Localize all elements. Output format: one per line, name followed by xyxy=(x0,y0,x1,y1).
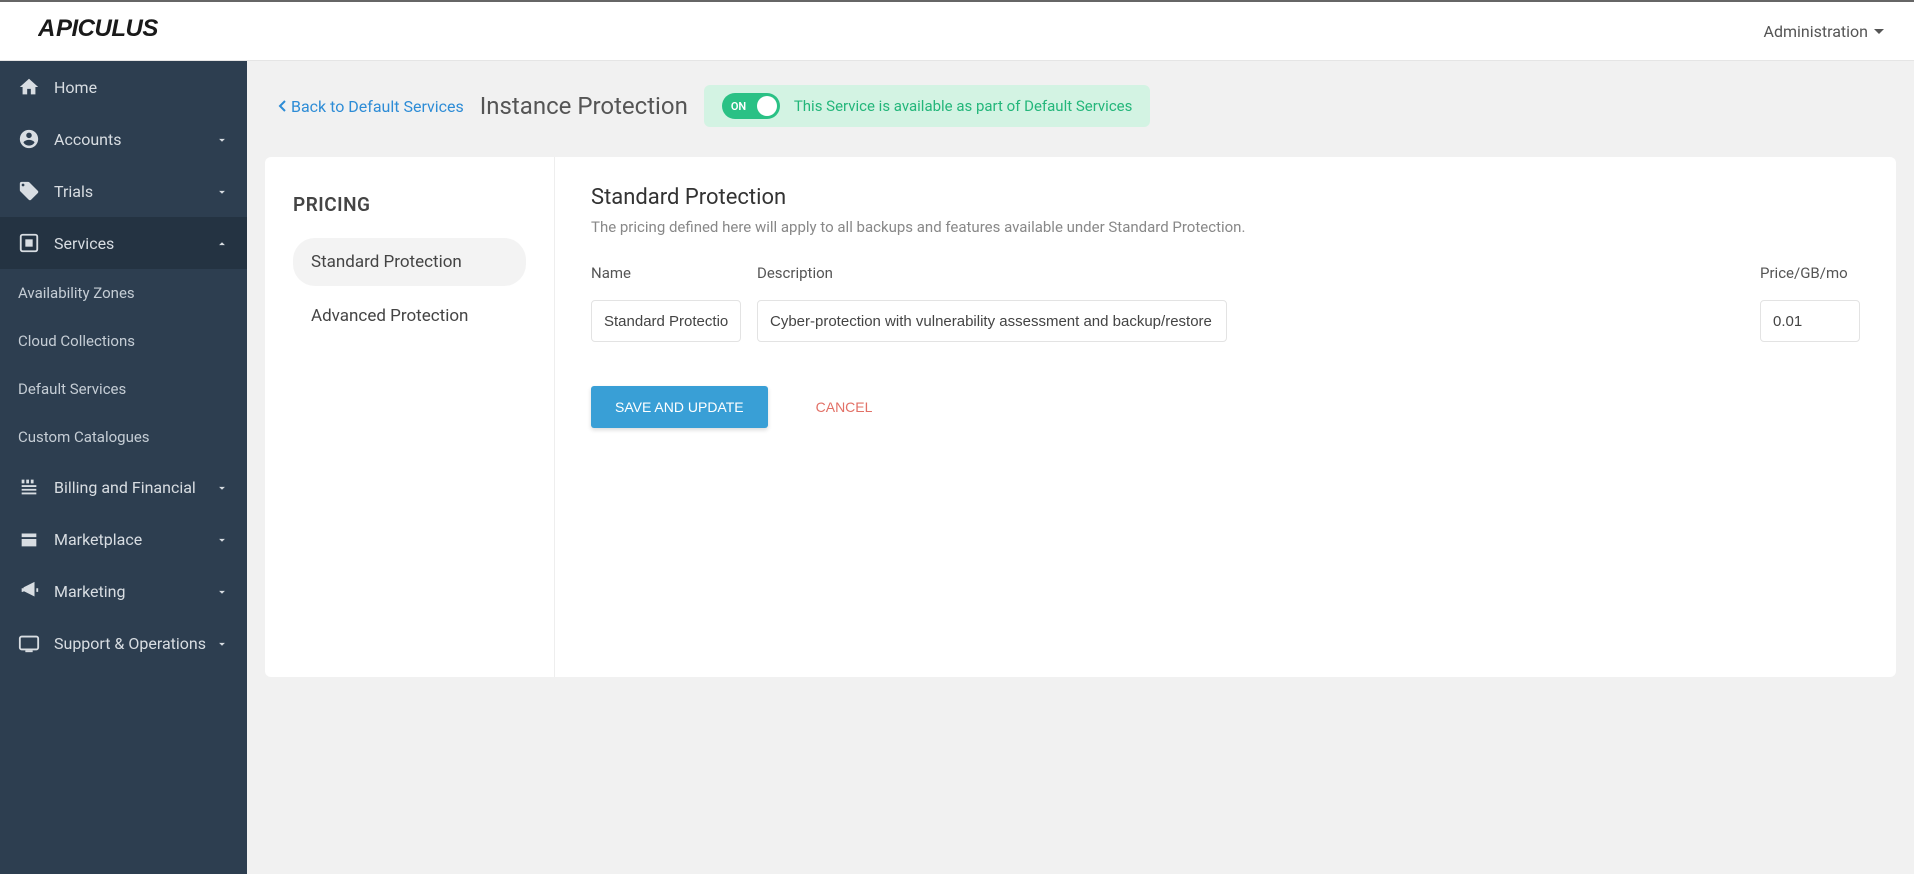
page-title: Instance Protection xyxy=(480,92,688,120)
support-icon xyxy=(18,632,40,654)
sidebar: Home Accounts Trials Services xyxy=(0,61,247,874)
column-header-name: Name xyxy=(591,264,741,282)
name-input[interactable] xyxy=(591,300,741,342)
section-description: The pricing defined here will apply to a… xyxy=(591,218,1860,236)
sidebar-sub-default-services[interactable]: Default Services xyxy=(0,365,247,413)
sidebar-label: Services xyxy=(54,234,215,253)
section-title: Standard Protection xyxy=(591,185,1860,210)
sidebar-item-marketing[interactable]: Marketing xyxy=(0,565,247,617)
tag-icon xyxy=(18,180,40,202)
sidebar-item-billing[interactable]: Billing and Financial xyxy=(0,461,247,513)
pricing-sidebar: PRICING Standard Protection Advanced Pro… xyxy=(265,157,555,677)
home-icon xyxy=(18,76,40,98)
sidebar-label: Accounts xyxy=(54,130,215,149)
sidebar-label: Home xyxy=(54,78,229,97)
pricing-sidebar-title: PRICING xyxy=(293,193,526,216)
chevron-left-icon xyxy=(277,99,287,113)
sidebar-item-support[interactable]: Support & Operations xyxy=(0,617,247,669)
description-input[interactable] xyxy=(757,300,1227,342)
availability-banner: ON This Service is available as part of … xyxy=(704,85,1151,127)
sidebar-label: Billing and Financial xyxy=(54,478,215,497)
administration-dropdown[interactable]: Administration xyxy=(1764,22,1885,41)
chevron-up-icon xyxy=(215,236,229,250)
main-content: Back to Default Services Instance Protec… xyxy=(247,61,1914,874)
sidebar-sub-availability-zones[interactable]: Availability Zones xyxy=(0,269,247,317)
availability-toggle[interactable]: ON xyxy=(722,93,780,119)
pricing-tab-standard[interactable]: Standard Protection xyxy=(293,238,526,286)
price-input[interactable] xyxy=(1760,300,1860,342)
sidebar-label: Trials xyxy=(54,182,215,201)
sidebar-label: Support & Operations xyxy=(54,634,215,653)
services-icon xyxy=(18,232,40,254)
sidebar-label: Marketplace xyxy=(54,530,215,549)
page-header: Back to Default Services Instance Protec… xyxy=(247,61,1914,157)
sidebar-sub-cloud-collections[interactable]: Cloud Collections xyxy=(0,317,247,365)
chevron-down-icon xyxy=(215,584,229,598)
form-buttons: SAVE AND UPDATE CANCEL xyxy=(591,386,1860,428)
account-icon xyxy=(18,128,40,150)
save-button[interactable]: SAVE AND UPDATE xyxy=(591,386,768,428)
sidebar-sub-custom-catalogues[interactable]: Custom Catalogues xyxy=(0,413,247,461)
chevron-down-icon xyxy=(215,480,229,494)
column-header-description: Description xyxy=(757,264,1227,282)
cancel-button[interactable]: CANCEL xyxy=(796,386,893,428)
marketing-icon xyxy=(18,580,40,602)
pricing-content: Standard Protection The pricing defined … xyxy=(555,157,1896,677)
toggle-knob xyxy=(757,96,777,116)
svg-text:PICULUS: PICULUS xyxy=(56,15,158,42)
sidebar-subgroup-services: Availability Zones Cloud Collections Def… xyxy=(0,269,247,461)
chevron-down-icon xyxy=(215,184,229,198)
sidebar-item-marketplace[interactable]: Marketplace xyxy=(0,513,247,565)
logo: A PICULUS xyxy=(38,14,198,49)
toggle-label: ON xyxy=(731,100,746,113)
chevron-down-icon xyxy=(215,132,229,146)
pricing-form-row: Name Description Price/GB/mo xyxy=(591,264,1860,342)
marketplace-icon xyxy=(18,528,40,550)
administration-label: Administration xyxy=(1764,22,1869,41)
sidebar-label: Marketing xyxy=(54,582,215,601)
pricing-tab-advanced[interactable]: Advanced Protection xyxy=(293,292,526,340)
caret-down-icon xyxy=(1874,29,1884,34)
chevron-down-icon xyxy=(215,636,229,650)
sidebar-item-services[interactable]: Services xyxy=(0,217,247,269)
back-link[interactable]: Back to Default Services xyxy=(277,97,464,116)
sidebar-item-trials[interactable]: Trials xyxy=(0,165,247,217)
sidebar-item-home[interactable]: Home xyxy=(0,61,247,113)
chevron-down-icon xyxy=(215,532,229,546)
sidebar-item-accounts[interactable]: Accounts xyxy=(0,113,247,165)
column-header-price: Price/GB/mo xyxy=(1760,264,1860,282)
content-card: PRICING Standard Protection Advanced Pro… xyxy=(265,157,1896,677)
banner-text: This Service is available as part of Def… xyxy=(794,97,1133,115)
svg-text:A: A xyxy=(38,15,55,42)
top-bar: A PICULUS Administration xyxy=(0,0,1914,61)
back-link-label: Back to Default Services xyxy=(291,97,464,116)
billing-icon xyxy=(18,476,40,498)
